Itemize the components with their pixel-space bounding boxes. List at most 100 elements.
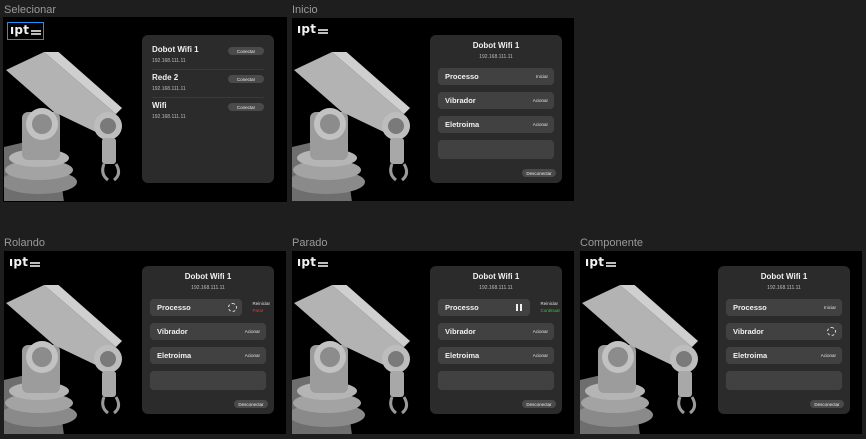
robot-arm-illustration [292,285,412,434]
spinner-icon [228,303,237,312]
stop-button[interactable]: Parar [252,307,270,314]
device-ip: 192.168.111.11 [479,285,513,291]
row-label: Eletroima [157,351,192,360]
logo-mark: ıpt [297,22,317,36]
frame-inicio[interactable]: ıpt Dobot Wifi 1 192.168.111.11 Processo… [292,18,574,201]
robot-arm-illustration [4,285,124,434]
ipt-logo[interactable]: ıpt [7,22,45,40]
row-label: Eletroima [733,351,768,360]
divider [152,97,264,98]
connect-button[interactable]: Conectar [228,75,264,83]
logo-tagline-graphic [318,29,329,35]
row-label: Vibrador [445,96,476,105]
row-label: Processo [445,303,479,312]
restart-button[interactable]: Reiniciar [540,300,560,307]
frame-label-componente: Componente [580,237,643,249]
frame-componente[interactable]: ıpt Dobot Wifi 1 192.168.111.11 Processo… [580,251,862,434]
activate-button[interactable]: Acionar [245,353,260,358]
row-vibrador[interactable]: Vibrador Acionar [438,323,554,340]
control-panel: Dobot Wifi 1 192.168.111.11 Processo Rei… [142,266,274,414]
empty-slot [726,371,842,390]
disconnect-button[interactable]: Desconectar [810,400,844,408]
start-button[interactable]: Iniciar [536,74,548,79]
device-title: Dobot Wifi 1 [472,272,520,281]
frame-label-rolando: Rolando [4,237,45,249]
device-title: Dobot Wifi 1 [184,272,232,281]
ipt-logo: ıpt [583,255,618,273]
activate-button[interactable]: Acionar [821,353,836,358]
frame-label-inicio: Inicio [292,4,318,16]
row-eletroima[interactable]: Eletroima Acionar [150,347,266,364]
logo-tagline-graphic [30,262,41,268]
logo-mark: ıpt [297,255,317,269]
row-processo[interactable]: Processo Iniciar [726,299,842,316]
row-vibrador[interactable]: Vibrador Acionar [150,323,266,340]
row-label: Eletroima [445,351,480,360]
row-eletroima[interactable]: Eletroima Acionar [438,116,554,133]
network-ip: 192.168.111.11 [152,86,186,92]
row-label: Eletroima [445,120,480,129]
row-eletroima[interactable]: Eletroima Acionar [438,347,554,364]
continue-button[interactable]: Continuar [540,307,560,314]
row-vibrador[interactable]: Vibrador [726,323,842,340]
robot-arm-illustration [292,52,412,201]
disconnect-button[interactable]: Desconectar [522,400,556,408]
control-panel: Dobot Wifi 1 192.168.111.11 Processo Ini… [718,266,850,414]
network-name: Wifi [152,101,167,110]
control-panel: Dobot Wifi 1 192.168.111.11 Processo Rei… [430,266,562,414]
row-processo[interactable]: Processo [438,299,530,316]
connect-button[interactable]: Conectar [228,103,264,111]
row-label: Vibrador [445,327,476,336]
empty-slot [150,371,266,390]
row-label: Processo [445,72,479,81]
process-actions: Reiniciar Continuar [540,300,560,314]
network-item: Wifi 192.168.111.11 Conectar [152,101,264,125]
activate-button[interactable]: Acionar [533,98,548,103]
connect-button[interactable]: Conectar [228,47,264,55]
start-button[interactable]: Iniciar [824,305,836,310]
activate-button[interactable]: Acionar [533,353,548,358]
device-ip: 192.168.111.11 [191,285,225,291]
activate-button[interactable]: Acionar [533,329,548,334]
network-ip: 192.168.111.11 [152,58,186,64]
network-list-panel: Dobot Wifi 1 192.168.111.11 Conectar Red… [142,35,274,183]
activate-button[interactable]: Acionar [533,122,548,127]
pause-icon [516,304,523,311]
device-title: Dobot Wifi 1 [472,41,520,50]
logo-tagline-graphic [318,262,329,268]
empty-slot [438,371,554,390]
logo-tagline-graphic [606,262,617,268]
process-actions: Reiniciar Parar [252,300,270,314]
ipt-logo: ıpt [7,255,42,273]
logo-mark: ıpt [585,255,605,269]
frame-selecionar[interactable]: ıpt Dobot Wifi 1 192.168.111.11 Conectar… [3,17,287,202]
row-label: Vibrador [733,327,764,336]
row-processo[interactable]: Processo Iniciar [438,68,554,85]
frame-label-selecionar: Selecionar [4,4,56,16]
spinner-icon [827,327,836,336]
frame-parado[interactable]: ıpt Dobot Wifi 1 192.168.111.11 Processo… [292,251,574,434]
logo-mark: ıpt [9,255,29,269]
network-ip: 192.168.111.11 [152,114,186,120]
control-panel: Dobot Wifi 1 192.168.111.11 Processo Ini… [430,35,562,183]
device-ip: 192.168.111.11 [767,285,801,291]
empty-slot [438,140,554,159]
disconnect-button[interactable]: Desconectar [522,169,556,177]
row-processo[interactable]: Processo [150,299,242,316]
device-title: Dobot Wifi 1 [760,272,808,281]
row-label: Processo [733,303,767,312]
network-item: Dobot Wifi 1 192.168.111.11 Conectar [152,45,264,69]
robot-arm-illustration [4,52,124,201]
device-ip: 192.168.111.11 [479,54,513,60]
frame-rolando[interactable]: ıpt Dobot Wifi 1 192.168.111.11 Processo… [4,251,286,434]
logo-tagline-graphic [31,30,42,36]
row-eletroima[interactable]: Eletroima Acionar [726,347,842,364]
divider [152,69,264,70]
network-item: Rede 2 192.168.111.11 Conectar [152,73,264,97]
row-vibrador[interactable]: Vibrador Acionar [438,92,554,109]
frame-label-parado: Parado [292,237,328,249]
row-label: Vibrador [157,327,188,336]
restart-button[interactable]: Reiniciar [252,300,270,307]
activate-button[interactable]: Acionar [245,329,260,334]
disconnect-button[interactable]: Desconectar [234,400,268,408]
